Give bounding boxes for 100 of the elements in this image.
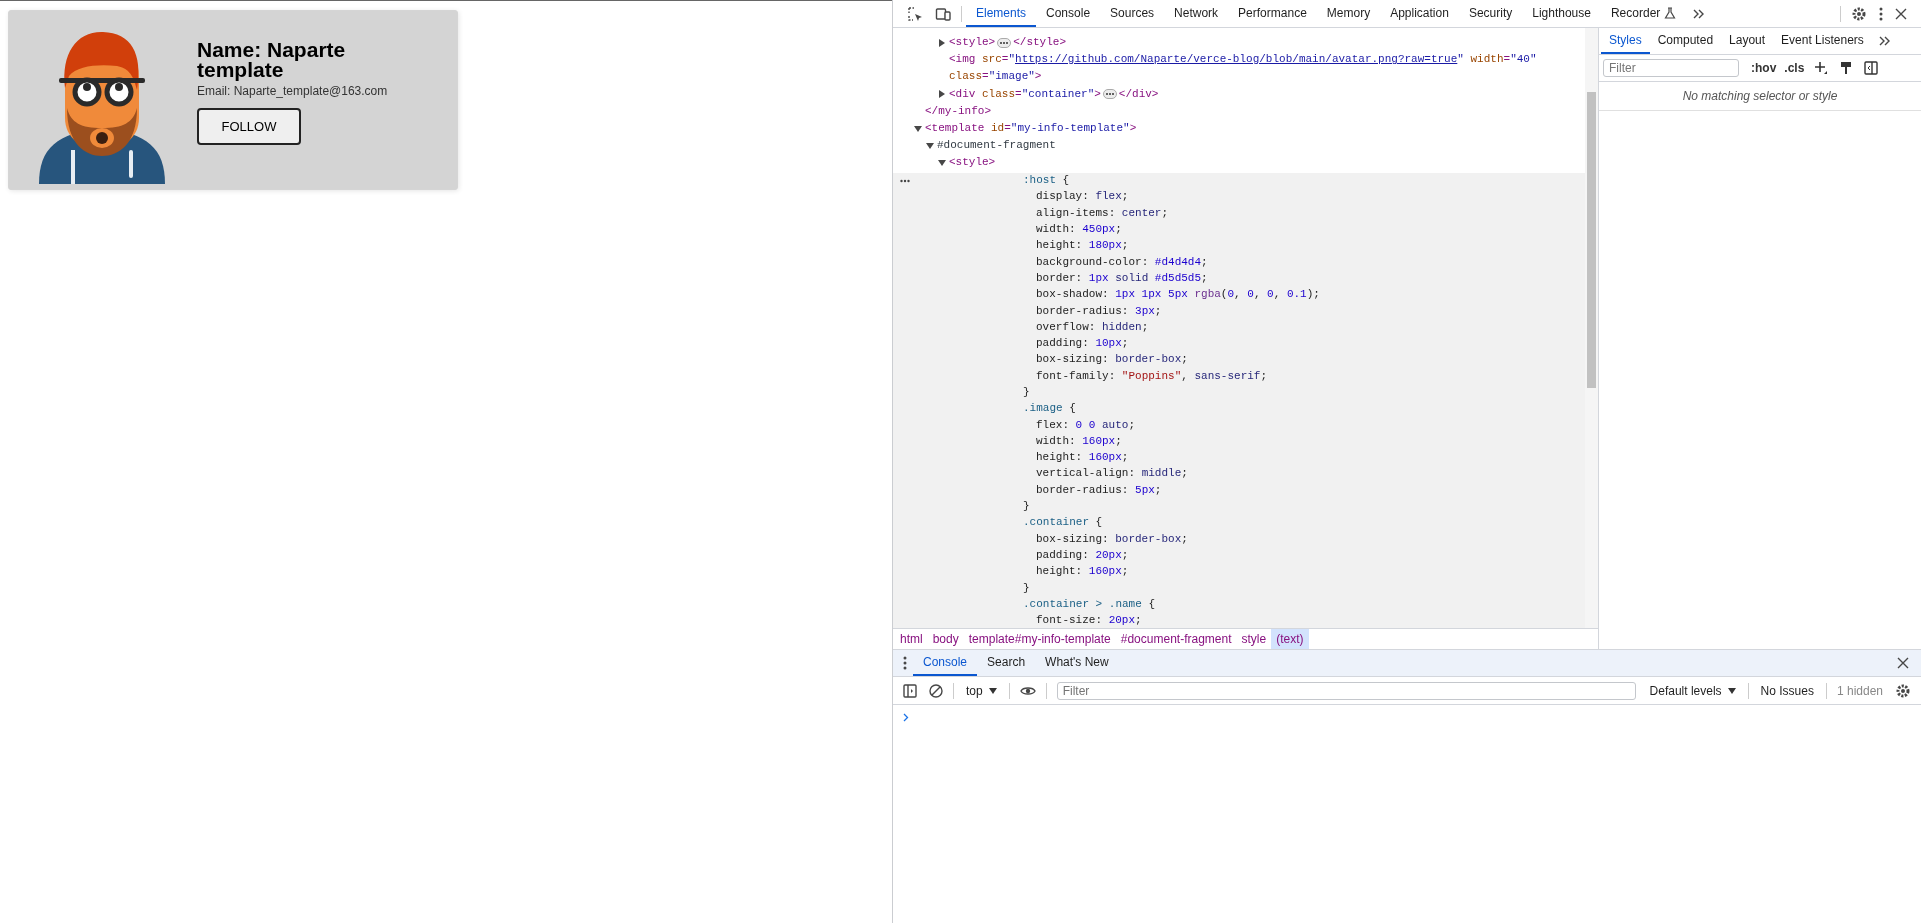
code-line: width: 160px;	[1035, 433, 1122, 449]
code-line: .container > .name {	[1023, 596, 1156, 612]
panel-tab[interactable]: Sources	[1100, 0, 1165, 27]
more-icon[interactable]	[1879, 6, 1883, 21]
scrollbar[interactable]	[1585, 28, 1598, 628]
expand-arrow-icon[interactable]	[914, 124, 922, 133]
element-closing-tag: </div>	[1118, 86, 1159, 102]
settings-icon[interactable]	[1895, 682, 1911, 699]
code-line: height: 180px;	[1035, 238, 1129, 254]
more-icon[interactable]	[903, 656, 907, 670]
element-line[interactable]: </my-info>	[925, 103, 991, 119]
code-line: width: 450px;	[1035, 222, 1122, 238]
eye-icon[interactable]	[1019, 684, 1036, 697]
code-line: }	[1023, 580, 1030, 596]
panel-tab[interactable]: Application	[1380, 0, 1459, 27]
code-line: box-shadow: 1px 1px 5px rgba(0, 0, 0, 0.1);	[1035, 287, 1320, 303]
code-line: padding: 10px;	[1035, 336, 1129, 352]
sidebar-tab[interactable]: Styles	[1601, 28, 1650, 54]
breadcrumb-item[interactable]: (text)	[1271, 629, 1309, 649]
cls-button[interactable]: .cls	[1780, 61, 1809, 75]
code-line: background-color: #d4d4d4;	[1035, 254, 1208, 270]
sidebar-icon[interactable]	[903, 683, 917, 698]
sidebar-toggle-icon[interactable]	[1864, 61, 1879, 75]
caret-icon	[988, 687, 997, 694]
close-icon[interactable]	[1897, 657, 1909, 669]
panel-tab[interactable]: Elements	[966, 0, 1037, 27]
element-line[interactable]: #document-fragment	[937, 138, 1056, 154]
panel-tab[interactable]: Memory	[1316, 0, 1381, 27]
levels-dropdown[interactable]: Default levels	[1641, 683, 1744, 698]
code-line: border: 1px solid #d5d5d5;	[1035, 270, 1208, 286]
settings-icon[interactable]	[1851, 5, 1867, 22]
code-line: vertical-align: middle;	[1035, 466, 1188, 482]
code-line: align-items: center;	[1035, 205, 1169, 221]
expand-arrow-icon[interactable]	[938, 38, 946, 47]
element-line[interactable]: <div class="container">	[949, 86, 1101, 102]
code-line: box-sizing: border-box;	[1035, 352, 1188, 368]
expand-arrow-icon[interactable]	[938, 158, 946, 167]
panel-tab[interactable]: Recorder	[1600, 0, 1687, 27]
selected-text-node[interactable]	[893, 172, 1585, 628]
element-line[interactable]: <style>	[949, 35, 996, 51]
issues-button[interactable]: No Issues	[1752, 683, 1822, 698]
code-line: font-family: "Poppins", sans-serif;	[1035, 368, 1268, 384]
hov-button[interactable]: :hov	[1747, 61, 1781, 75]
element-closing-tag: </style>	[1013, 35, 1067, 51]
empty-message: No matching selector or style	[1599, 82, 1921, 111]
sidebar-tab[interactable]: Computed	[1649, 28, 1722, 54]
clear-icon[interactable]	[929, 683, 943, 698]
sidebar-tab[interactable]: Layout	[1721, 28, 1774, 54]
profile-name: Name: Naparte template	[197, 40, 347, 80]
element-line[interactable]: <img src="https://github.com/Naparte/verce-blog/blob/main/avatar.png?raw=true" width="40"	[949, 52, 1537, 68]
panel-tab[interactable]: Security	[1458, 0, 1523, 27]
code-line: padding: 20px;	[1035, 547, 1129, 563]
code-line: overflow: hidden;	[1035, 319, 1149, 335]
panel-tab[interactable]: Lighthouse	[1522, 0, 1601, 27]
ellipsis-icon[interactable]	[1102, 89, 1117, 100]
expand-arrow-icon[interactable]	[926, 141, 934, 150]
context-dropdown[interactable]: top	[958, 683, 1005, 698]
code-line: :host {	[1023, 173, 1070, 189]
code-line: flex: 0 0 auto;	[1035, 417, 1136, 433]
panel-tab[interactable]: Performance	[1228, 0, 1317, 27]
code-line: display: flex;	[1035, 189, 1129, 205]
brush-icon[interactable]	[1840, 61, 1853, 75]
element-line[interactable]: class="image">	[949, 69, 1042, 85]
inspect-icon[interactable]	[907, 5, 923, 22]
code-line: }	[1023, 499, 1030, 515]
link[interactable]: https://github.com/Naparte/verce-blog/blob/main/avatar.png?raw=true	[1015, 53, 1458, 66]
drawer-tab[interactable]: What's New	[1035, 650, 1119, 676]
breadcrumb-item[interactable]: #document-fragment	[1115, 629, 1237, 649]
code-line: border-radius: 3px;	[1035, 303, 1162, 319]
close-icon[interactable]	[1895, 7, 1907, 20]
code-line: border-radius: 5px;	[1035, 482, 1162, 498]
drawer-tab[interactable]: Search	[977, 650, 1036, 676]
filter-field[interactable]: Filter	[1603, 59, 1739, 77]
filter-field[interactable]: Filter	[1056, 681, 1636, 700]
code-line: .image {	[1023, 401, 1076, 417]
profile-email: Email: Naparte_template@163.com	[197, 84, 389, 98]
plus-icon[interactable]	[1814, 61, 1829, 75]
element-line[interactable]: <template id="my-info-template">	[925, 121, 1137, 137]
breadcrumb-item[interactable]: body	[927, 629, 964, 649]
code-line: font-size: 20px;	[1035, 613, 1142, 628]
code-line: height: 160px;	[1035, 564, 1129, 580]
hidden-count: 1 hidden	[1835, 683, 1884, 698]
chevrons-icon[interactable]	[1877, 34, 1892, 48]
panel-tab[interactable]: Network	[1164, 0, 1229, 27]
sidebar-tab[interactable]: Event Listeners	[1773, 28, 1872, 54]
breadcrumb-item[interactable]: template#my-info-template	[963, 629, 1116, 649]
device-toolbar-icon[interactable]	[935, 5, 951, 22]
prompt-chevron-icon	[903, 713, 909, 722]
breadcrumb-item[interactable]: html	[895, 629, 928, 649]
panel-tab[interactable]: Console	[1036, 0, 1101, 27]
expand-arrow-icon[interactable]	[938, 90, 946, 99]
code-line: .container {	[1023, 515, 1103, 531]
ellipsis-icon[interactable]	[997, 37, 1012, 48]
follow-button[interactable]: FOLLOW	[197, 108, 301, 145]
more-icon[interactable]	[900, 178, 910, 183]
caret-icon	[1727, 687, 1736, 694]
code-line: }	[1023, 385, 1030, 400]
element-line[interactable]: <style>	[949, 155, 996, 171]
breadcrumb-item[interactable]: style	[1236, 629, 1272, 649]
drawer-tab[interactable]: Console	[913, 650, 978, 676]
